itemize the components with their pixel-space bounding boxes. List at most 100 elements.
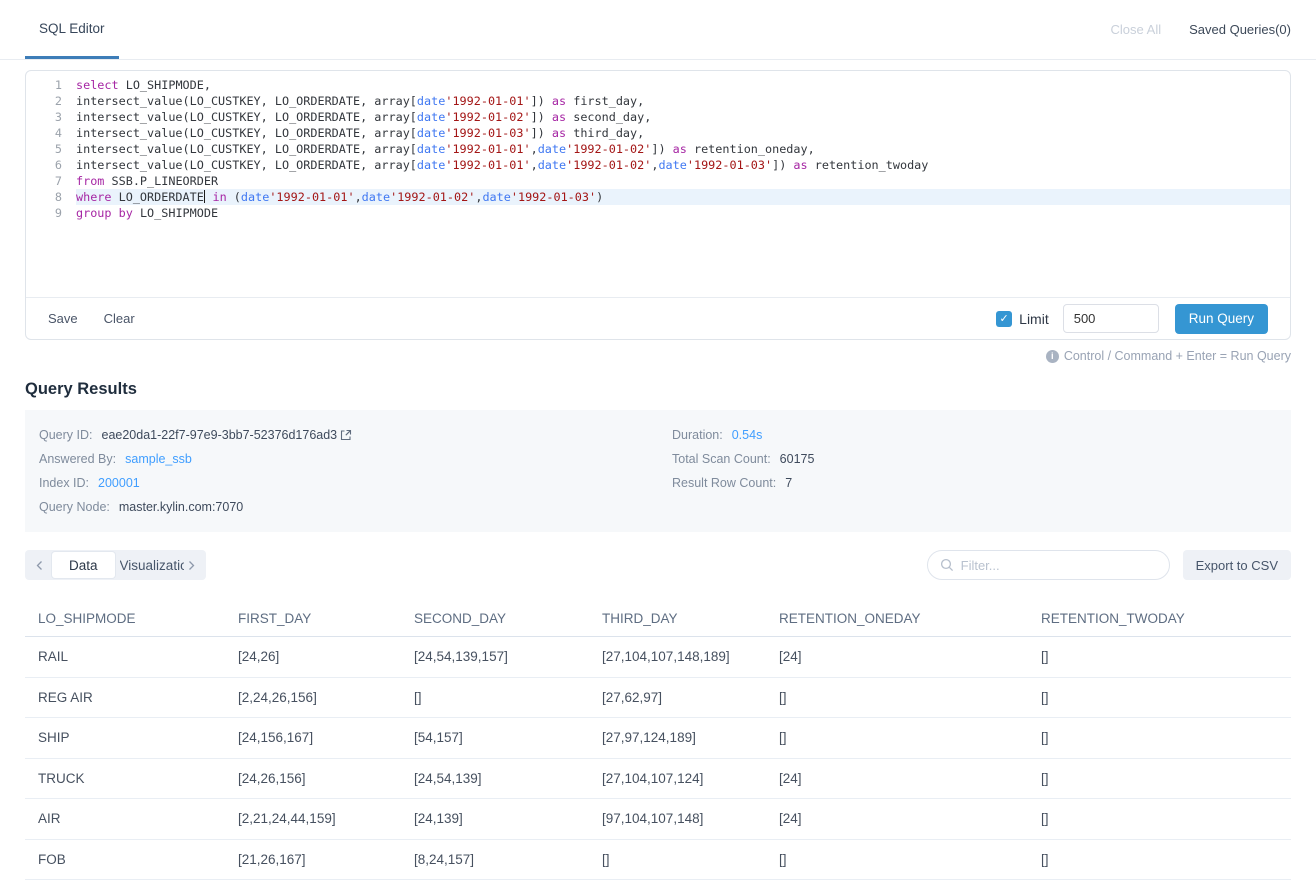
table-cell: FOB [25, 852, 225, 867]
table-cell: [24,26] [225, 649, 401, 664]
clear-button[interactable]: Clear [104, 311, 135, 326]
column-header: SECOND_DAY [401, 611, 589, 626]
limit-checkbox[interactable]: ✓ [996, 311, 1012, 327]
tabs-scroll-right-icon[interactable] [184, 560, 199, 571]
table-cell: [] [766, 730, 1028, 745]
table-cell: SHIP [25, 730, 225, 745]
query-info-panel: Query ID: eae20da1-22f7-97e9-3bb7-52376d… [25, 410, 1291, 532]
close-all-button[interactable]: Close All [1111, 22, 1162, 37]
save-button[interactable]: Save [48, 311, 78, 326]
table-row: REG AIR[2,24,26,156][][27,62,97][][] [25, 678, 1291, 719]
table-cell: TRUCK [25, 771, 225, 786]
export-csv-button[interactable]: Export to CSV [1183, 550, 1291, 580]
table-cell: [97,104,107,148] [589, 811, 766, 826]
code-line: 9group by LO_SHIPMODE [26, 205, 1290, 221]
answered-by-label: Answered By: [39, 452, 116, 466]
table-cell: [] [1028, 649, 1291, 664]
tab-sql-editor[interactable]: SQL Editor [25, 0, 119, 59]
tab-data[interactable]: Data [52, 552, 115, 578]
run-query-button[interactable]: Run Query [1175, 304, 1268, 334]
tabbar-actions: Close All Saved Queries(0) [1111, 0, 1291, 59]
answered-by-link[interactable]: sample_ssb [125, 452, 192, 466]
table-cell: [24] [766, 811, 1028, 826]
table-cell: [2,21,24,44,159] [225, 811, 401, 826]
run-controls: ✓ Limit Run Query [996, 304, 1268, 334]
result-rows-label: Result Row Count: [672, 476, 776, 490]
code-line: 8where LO_ORDERDATE in (date'1992-01-01'… [26, 189, 1290, 205]
table-cell: [] [766, 690, 1028, 705]
duration-label: Duration: [672, 428, 723, 442]
code-line: 1select LO_SHIPMODE, [26, 77, 1290, 93]
query-node-value: master.kylin.com:7070 [119, 500, 243, 514]
page-title: Query Results [25, 380, 1291, 399]
table-cell: [] [589, 852, 766, 867]
code-line: 4intersect_value(LO_CUSTKEY, LO_ORDERDAT… [26, 125, 1290, 141]
line-number: 6 [26, 157, 76, 173]
table-cell: [] [1028, 730, 1291, 745]
code-line: 7from SSB.P_LINEORDER [26, 173, 1290, 189]
info-icon: i [1046, 350, 1059, 363]
table-row: RAIL[24,26][24,54,139,157][27,104,107,14… [25, 637, 1291, 678]
table-cell: [] [1028, 852, 1291, 867]
code-line: 3intersect_value(LO_CUSTKEY, LO_ORDERDAT… [26, 109, 1290, 125]
column-header: RETENTION_ONEDAY [766, 611, 1028, 626]
table-cell: [24] [766, 649, 1028, 664]
table-row: TRUCK[24,26,156][24,54,139][27,104,107,1… [25, 759, 1291, 800]
table-cell: [] [1028, 771, 1291, 786]
table-row: AIR[2,21,24,44,159][24,139][97,104,107,1… [25, 799, 1291, 840]
table-row: FOB[21,26,167][8,24,157][][][] [25, 840, 1291, 881]
table-cell: [2,24,26,156] [225, 690, 401, 705]
external-link-icon[interactable] [340, 429, 352, 441]
code-line: 6intersect_value(LO_CUSTKEY, LO_ORDERDAT… [26, 157, 1290, 173]
table-cell: [24] [766, 771, 1028, 786]
limit-input[interactable] [1063, 304, 1159, 333]
line-number: 4 [26, 125, 76, 141]
line-number: 8 [26, 189, 76, 205]
editor-toolbar: Save Clear ✓ Limit Run Query [26, 297, 1290, 339]
table-cell: [27,97,124,189] [589, 730, 766, 745]
results-table: LO_SHIPMODEFIRST_DAYSECOND_DAYTHIRD_DAYR… [25, 600, 1291, 893]
run-hint: i Control / Command + Enter = Run Query [25, 349, 1291, 363]
filter-box [927, 550, 1170, 580]
saved-queries-button[interactable]: Saved Queries(0) [1189, 22, 1291, 37]
query-info-right: Duration: 0.54s Total Scan Count: 60175 … [672, 423, 814, 519]
query-id-value: eae20da1-22f7-97e9-3bb7-52376d176ad3 [102, 428, 338, 442]
table-cell: [24,54,139,157] [401, 649, 589, 664]
line-number: 2 [26, 93, 76, 109]
line-number: 5 [26, 141, 76, 157]
table-cell: [27,62,97] [589, 690, 766, 705]
table-header-row: LO_SHIPMODEFIRST_DAYSECOND_DAYTHIRD_DAYR… [25, 600, 1291, 637]
code-editor[interactable]: 1select LO_SHIPMODE,2intersect_value(LO_… [26, 71, 1290, 297]
table-cell: [8,24,157] [401, 852, 589, 867]
table-cell: [24,26,156] [225, 771, 401, 786]
table-cell: [54,157] [401, 730, 589, 745]
results-actions: Export to CSV [927, 550, 1291, 580]
table-cell: [27,104,107,148,189] [589, 649, 766, 664]
search-icon [940, 558, 954, 572]
query-info-left: Query ID: eae20da1-22f7-97e9-3bb7-52376d… [39, 423, 672, 519]
tab-sql-editor-label: SQL Editor [39, 21, 105, 36]
sql-editor-panel: 1select LO_SHIPMODE,2intersect_value(LO_… [25, 70, 1291, 340]
query-node-label: Query Node: [39, 500, 110, 514]
table-cell: [21,26,167] [225, 852, 401, 867]
total-scan-label: Total Scan Count: [672, 452, 771, 466]
table-row: SHIP[24,156,167][54,157][27,97,124,189][… [25, 718, 1291, 759]
line-number: 3 [26, 109, 76, 125]
line-number: 7 [26, 173, 76, 189]
line-number: 1 [26, 77, 76, 93]
tabs-scroll-left-icon[interactable] [32, 560, 47, 571]
table-cell: AIR [25, 811, 225, 826]
duration-value[interactable]: 0.54s [732, 428, 763, 442]
limit-label: Limit [1019, 311, 1049, 327]
table-cell: [24,54,139] [401, 771, 589, 786]
table-cell: [27,104,107,124] [589, 771, 766, 786]
table-cell: [] [401, 690, 589, 705]
table-cell: RAIL [25, 649, 225, 664]
column-header: RETENTION_TWODAY [1028, 611, 1291, 626]
index-id-link[interactable]: 200001 [98, 476, 140, 490]
index-id-label: Index ID: [39, 476, 89, 490]
code-line: 5intersect_value(LO_CUSTKEY, LO_ORDERDAT… [26, 141, 1290, 157]
filter-input[interactable] [961, 558, 1157, 573]
run-hint-text: Control / Command + Enter = Run Query [1064, 349, 1291, 363]
tab-visualization[interactable]: Visualization [120, 558, 184, 573]
